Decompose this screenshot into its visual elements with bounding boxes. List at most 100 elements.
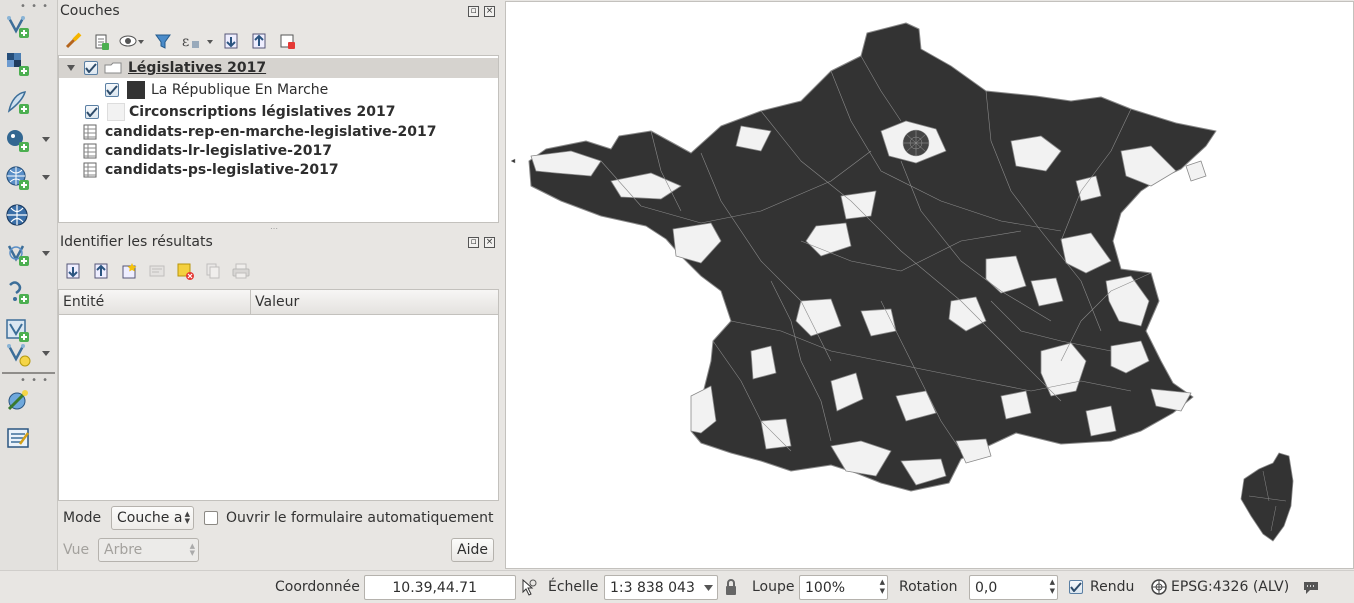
view-select[interactable]: Arbre ▲ ▼ (98, 538, 199, 562)
spin-arrows-icon[interactable]: ▲ ▼ (1050, 578, 1055, 596)
chevron-down-icon[interactable] (66, 64, 76, 72)
crs-label[interactable]: EPSG:4326 (ALV) (1171, 579, 1289, 595)
chevron-down-icon[interactable] (704, 585, 713, 591)
add-delimited-text-layer-icon[interactable] (4, 278, 32, 306)
france-map (510, 22, 1294, 542)
toolbar-grip[interactable]: • • • (20, 2, 49, 12)
tree-item-label: Législatives 2017 (128, 60, 267, 76)
tree-item-candidats-lr[interactable]: candidats-lr-legislative-2017 (59, 141, 498, 161)
new-shapefile-layer-icon[interactable] (4, 340, 32, 368)
expand-all-icon[interactable] (220, 30, 242, 52)
float-panel-icon[interactable]: ▫ (468, 237, 479, 248)
add-raster-layer-icon[interactable] (4, 50, 32, 78)
chevron-down-icon[interactable] (40, 248, 52, 258)
results-tree[interactable]: Entité Valeur (58, 289, 499, 501)
mode-label: Mode (63, 510, 102, 526)
layer-checkbox[interactable] (85, 105, 99, 119)
group-folder-icon (104, 62, 122, 74)
column-header-value[interactable]: Valeur (251, 290, 498, 314)
clear-highlights-icon[interactable] (174, 260, 196, 282)
identify-panel: Identifier les résultats ▫ × Entité Vale… (58, 231, 500, 570)
spin-arrows-icon[interactable]: ▲ ▼ (880, 578, 885, 596)
add-wcs-layer-icon[interactable] (4, 202, 32, 230)
expand-tree-icon[interactable] (62, 260, 84, 282)
results-header: Entité Valeur (59, 290, 498, 315)
layer-checkbox[interactable] (84, 61, 98, 75)
legend-swatch (107, 103, 125, 121)
circonscription-empty (750, 345, 777, 380)
mouse-extent-toggle-icon[interactable] (519, 578, 537, 600)
map-canvas[interactable] (505, 1, 1354, 569)
add-wfs-layer-icon[interactable] (4, 240, 32, 268)
scale-field[interactable]: 1:3 838 043 (604, 575, 718, 600)
panel-title: Identifier les résultats (60, 234, 213, 250)
add-wms-layer-icon[interactable] (4, 164, 32, 192)
add-vector-layer-icon[interactable] (4, 12, 32, 40)
vertical-toolbar: • • • • • • (0, 0, 58, 570)
circonscription-empty (1085, 405, 1117, 437)
spin-arrows-icon: ▲ ▼ (189, 542, 195, 557)
mode-select-value: Couche a (117, 510, 183, 526)
crs-icon[interactable] (1150, 578, 1168, 600)
circonscription-empty (760, 418, 792, 450)
legend-swatch (127, 81, 145, 99)
collapse-tree-icon[interactable] (90, 260, 112, 282)
remove-layer-icon[interactable] (276, 30, 298, 52)
expression-filter-icon[interactable]: ε (180, 30, 214, 52)
chevron-down-icon[interactable] (40, 172, 52, 182)
tree-item-circonscriptions[interactable]: Circonscriptions législatives 2017 (59, 102, 498, 122)
georeferencer-icon[interactable] (4, 388, 32, 416)
print-icon[interactable] (230, 260, 252, 282)
table-layer-icon (83, 162, 97, 178)
messages-icon[interactable] (1302, 578, 1320, 600)
scale-label: Échelle (548, 579, 599, 595)
close-icon[interactable]: × (484, 237, 495, 248)
help-button[interactable]: Aide (451, 538, 494, 562)
tree-item-label: candidats-lr-legislative-2017 (105, 143, 332, 159)
table-layer-icon (83, 124, 97, 140)
tree-item-legislatives[interactable]: Législatives 2017 (59, 58, 498, 78)
auto-open-form-label: Ouvrir le formulaire automatiquement (226, 510, 494, 526)
float-panel-icon[interactable]: ▫ (468, 6, 479, 17)
layer-checkbox[interactable] (105, 83, 119, 97)
composer-manager-icon[interactable] (4, 424, 32, 452)
tree-item-label: Circonscriptions législatives 2017 (129, 104, 396, 120)
chevron-down-icon[interactable] (40, 134, 52, 144)
layers-panel-toolbar: ε (62, 29, 298, 53)
chevron-down-icon[interactable] (40, 348, 52, 358)
layers-panel: Couches ▫ × ε Législatives 2017 La Répub… (58, 0, 500, 228)
style-layer-icon[interactable] (62, 30, 84, 52)
toolbar-separator (2, 372, 55, 374)
column-header-entity[interactable]: Entité (59, 290, 251, 314)
lock-icon[interactable] (724, 578, 738, 600)
circonscription-empty (840, 190, 877, 220)
close-icon[interactable]: × (484, 6, 495, 17)
render-label: Rendu (1090, 579, 1135, 595)
scale-value: 1:3 838 043 (610, 579, 695, 596)
tree-item-candidats-ps[interactable]: candidats-ps-legislative-2017 (59, 160, 498, 180)
magnifier-spinbox[interactable]: 100% ▲ ▼ (799, 575, 888, 600)
toolbar-grip[interactable]: • • • (20, 376, 49, 386)
render-checkbox[interactable] (1069, 580, 1083, 594)
tree-item-label: La République En Marche (151, 82, 329, 98)
open-form-icon[interactable] (146, 260, 168, 282)
identify-toolbar (62, 259, 252, 283)
tree-item-rem[interactable]: La République En Marche (59, 80, 498, 100)
rotation-spinbox[interactable]: 0,0 ▲ ▼ (969, 575, 1058, 600)
filter-legend-icon[interactable] (152, 30, 174, 52)
tree-item-candidats-rem[interactable]: candidats-rep-en-marche-legislative-2017 (59, 122, 498, 142)
expand-new-results-icon[interactable] (118, 260, 140, 282)
copy-icon[interactable] (202, 260, 224, 282)
circonscription-empty (1185, 160, 1207, 182)
add-group-icon[interactable] (90, 30, 112, 52)
collapse-all-icon[interactable] (248, 30, 270, 52)
coordinate-field[interactable]: 10.39,44.71 (364, 575, 516, 600)
table-layer-icon (83, 143, 97, 159)
auto-open-form-checkbox[interactable] (204, 511, 218, 525)
add-spatialite-layer-icon[interactable] (4, 88, 32, 116)
mode-select[interactable]: Couche a ▲ ▼ (111, 506, 194, 530)
coordinate-label: Coordonnée (275, 579, 360, 595)
eye-icon[interactable] (118, 30, 146, 52)
add-postgis-layer-icon[interactable] (4, 126, 32, 154)
rotation-label: Rotation (899, 579, 958, 595)
